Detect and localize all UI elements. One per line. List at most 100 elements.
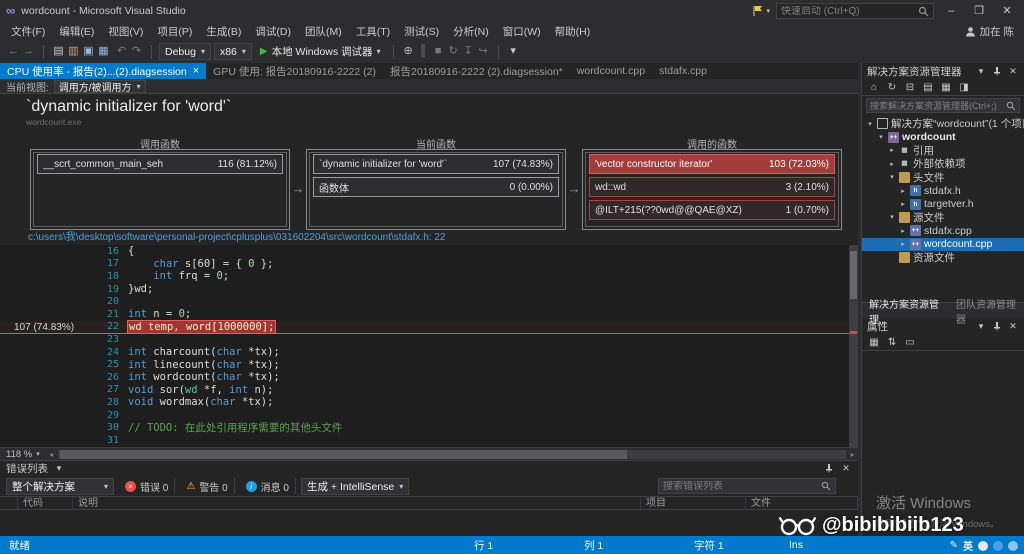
chevron-down-icon[interactable]: ▾ (888, 173, 896, 181)
document-tab-4[interactable]: stdafx.cpp (652, 63, 714, 79)
chevron-right-icon[interactable]: ▸ (899, 187, 907, 195)
maximize-button[interactable]: ❐ (968, 1, 990, 21)
function-row[interactable]: @ILT+215(??0wd@@QAE@XZ) 1 (0.70%) (589, 200, 835, 220)
document-tab-2[interactable]: 报告20180916-2222 (2).diagsession* (383, 63, 570, 79)
source-file-link[interactable]: c:\users\我\desktop\software\personal-pro… (0, 230, 858, 245)
show-all-files-icon[interactable]: ▤ (922, 79, 934, 96)
menu-item-10[interactable]: 窗口(W) (496, 24, 548, 39)
chevron-down-icon[interactable]: ▾ (975, 321, 987, 332)
close-icon[interactable]: ✕ (1007, 321, 1019, 332)
pin-icon[interactable] (823, 463, 835, 475)
function-row[interactable]: `dynamic initializer for 'word'` 107 (74.… (313, 154, 559, 174)
tray-circle-icon[interactable] (1008, 540, 1018, 551)
function-row[interactable]: 函数体 0 (0.00%) (313, 177, 559, 197)
scroll-right-arrow[interactable]: ▸ (847, 450, 858, 459)
scrollbar-thumb[interactable] (59, 449, 628, 459)
ime-language-icon[interactable]: 英 (963, 538, 973, 553)
solution-search-box[interactable] (866, 98, 1020, 113)
step-into-icon[interactable]: ↧ (461, 43, 476, 60)
warnings-filter-button[interactable]: ⚠ 警告 0 (180, 478, 235, 494)
current-view-dropdown[interactable]: 调用方/被调用方 ▾ (53, 79, 146, 94)
chevron-down-icon[interactable]: ▾ (53, 463, 65, 474)
horizontal-scrollbar[interactable] (57, 449, 846, 459)
tree-item-9[interactable]: ▸ ++ wordcount.cpp (862, 237, 1024, 251)
configuration-dropdown[interactable]: Debug ▾ (159, 43, 211, 60)
break-all-icon[interactable]: ║ (416, 43, 431, 60)
chevron-right-icon[interactable]: ▸ (899, 200, 907, 208)
code-line-24[interactable]: 24 int charcount(char *tx); (0, 346, 858, 359)
forward-icon[interactable]: → (21, 43, 36, 60)
tree-item-5[interactable]: ▸ h stdafx.h (862, 184, 1024, 197)
column-header-2[interactable]: 项目 (641, 497, 746, 509)
stop-debug-icon[interactable]: ■ (431, 43, 446, 60)
chevron-down-icon[interactable]: ▾ (877, 133, 885, 141)
function-row[interactable]: 'vector constructor iterator' 103 (72.03%… (589, 154, 835, 174)
document-tab-1[interactable]: GPU 使用: 报告20180916-2222 (2) (206, 63, 383, 79)
menu-item-8[interactable]: 测试(S) (397, 24, 446, 39)
categorized-icon[interactable]: ▦ (868, 334, 880, 351)
code-line-16[interactable]: 16 { (0, 245, 858, 258)
code-line-28[interactable]: 28 void wordmax(char *tx); (0, 396, 858, 409)
save-all-icon[interactable]: ▦ (96, 43, 111, 60)
error-search-input[interactable] (663, 480, 821, 492)
errors-filter-button[interactable]: × 错误 0 (119, 478, 176, 494)
chevron-right-icon[interactable]: ▸ (899, 240, 907, 248)
toolbar-overflow-icon[interactable]: ▾ (506, 43, 521, 60)
platform-dropdown[interactable]: x86 ▾ (213, 43, 252, 60)
code-line-20[interactable]: 20 (0, 295, 858, 308)
new-file-icon[interactable]: ▤ (51, 43, 66, 60)
step-over-icon[interactable]: ↪ (476, 43, 491, 60)
scroll-left-arrow[interactable]: ◂ (46, 450, 57, 459)
menu-item-11[interactable]: 帮助(H) (548, 24, 598, 39)
menu-item-0[interactable]: 文件(F) (4, 24, 52, 39)
code-line-18[interactable]: 18 int frq = 0; (0, 270, 858, 283)
sync-icon[interactable]: ↻ (886, 79, 898, 96)
menu-item-4[interactable]: 生成(B) (199, 24, 248, 39)
redo-icon[interactable]: ↷ (129, 43, 144, 60)
tray-circle-icon[interactable] (993, 540, 1003, 551)
save-icon[interactable]: ▣ (81, 43, 96, 60)
alphabetical-icon[interactable]: ⇅ (886, 334, 898, 351)
code-line-19[interactable]: 19}wd; (0, 283, 858, 296)
quick-launch-input[interactable] (781, 5, 918, 17)
menu-item-2[interactable]: 视图(V) (101, 24, 150, 39)
pin-icon[interactable] (991, 321, 1003, 333)
menu-item-1[interactable]: 编辑(E) (52, 24, 101, 39)
code-line-31[interactable]: 31 (0, 434, 858, 447)
column-flag[interactable] (0, 497, 18, 509)
menu-item-7[interactable]: 工具(T) (349, 24, 397, 39)
code-line-26[interactable]: 26 int wordcount(char *tx); (0, 371, 858, 384)
attach-process-icon[interactable]: ⊕ (401, 43, 416, 60)
column-header-1[interactable]: 说明 (73, 497, 641, 509)
chevron-down-icon[interactable]: ▾ (866, 120, 874, 128)
chevron-right-icon[interactable]: ▸ (888, 146, 896, 154)
notifications-flag-button[interactable]: ▾ (752, 5, 770, 17)
preview-icon[interactable]: ◨ (958, 79, 970, 96)
menu-item-3[interactable]: 项目(P) (150, 24, 199, 39)
tree-item-3[interactable]: ▸ ▦ 外部依赖项 (862, 157, 1024, 170)
pin-icon[interactable] (991, 66, 1003, 78)
scrollbar-thumb[interactable] (850, 251, 857, 299)
quick-launch-box[interactable] (776, 3, 934, 19)
code-line-21[interactable]: 21 int n = 0; (0, 308, 858, 321)
code-line-23[interactable]: 23 (0, 333, 858, 346)
chevron-right-icon[interactable]: ▸ (888, 160, 896, 168)
error-search-box[interactable] (658, 478, 836, 494)
code-line-27[interactable]: 27 void sor(wd *f, int n); (0, 384, 858, 397)
error-scope-dropdown[interactable]: 整个解决方案 ▾ (6, 477, 114, 495)
code-line-22[interactable]: 107 (74.83%) 22 wd temp, word[1000000]; (0, 319, 858, 334)
tree-item-2[interactable]: ▸ ▦ 引用 (862, 144, 1024, 157)
function-row[interactable]: wd::wd 3 (2.10%) (589, 177, 835, 197)
close-icon[interactable]: ✕ (1007, 66, 1019, 77)
start-debugging-button[interactable]: ▶ 本地 Windows 调试器 ▾ (255, 43, 386, 61)
tree-item-1[interactable]: ▾ ++ wordcount (862, 130, 1024, 143)
tree-item-8[interactable]: ▸ ++ stdafx.cpp (862, 224, 1024, 237)
home-icon[interactable]: ⌂ (868, 79, 880, 96)
tree-item-0[interactable]: ▾ 解决方案“wordcount”(1 个项目) (862, 117, 1024, 130)
properties-icon[interactable]: ▦ (940, 79, 952, 96)
zoom-dropdown[interactable]: 118 % ▾ (0, 449, 46, 460)
tray-circle-icon[interactable] (978, 540, 988, 551)
collapse-all-icon[interactable]: ⊟ (904, 79, 916, 96)
tree-item-6[interactable]: ▸ h targetver.h (862, 197, 1024, 210)
messages-filter-button[interactable]: i 消息 0 (240, 478, 296, 494)
